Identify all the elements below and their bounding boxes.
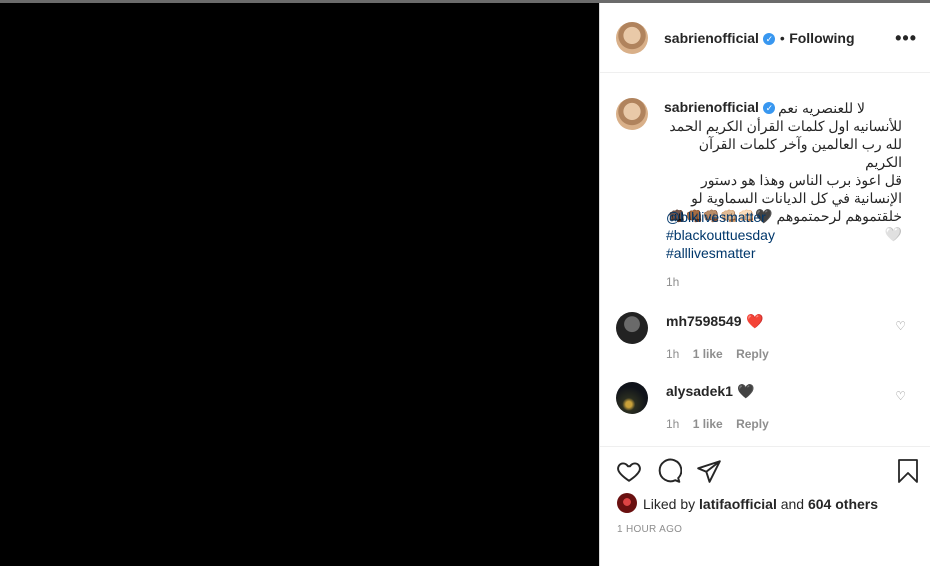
comment-avatar[interactable] <box>616 312 648 344</box>
caption-line: قل اعوذ برب الناس وهذا هو دستور <box>700 172 902 188</box>
post-header: sabrienofficial ✓ • Following ••• <box>600 3 930 73</box>
likes-count-link[interactable]: 604 others <box>808 496 878 512</box>
mention-link[interactable]: @blklivesmatter <box>666 208 766 226</box>
comment-text: 🖤 <box>737 383 755 399</box>
liked-by-joiner: and <box>780 496 805 512</box>
share-send-icon[interactable] <box>696 458 722 484</box>
more-options-icon[interactable]: ••• <box>895 28 917 49</box>
post-media-black-image[interactable] <box>0 3 599 566</box>
reply-button[interactable]: Reply <box>736 347 769 361</box>
post-header-info: sabrienofficial ✓ • Following <box>664 30 855 48</box>
following-button[interactable]: Following <box>789 30 854 46</box>
author-avatar[interactable] <box>616 22 648 54</box>
like-heart-icon[interactable] <box>616 458 642 484</box>
like-comment-heart-icon[interactable]: ♡ <box>895 319 906 333</box>
post-timestamp[interactable]: 1 HOUR AGO <box>617 524 682 535</box>
caption-line: للأنسانيه اول كلمات القرأن الكريم الحمد <box>669 118 902 134</box>
comment-text: ❤️ <box>745 313 764 329</box>
post-side-panel: sabrienofficial ✓ • Following ••• sabrie… <box>599 3 930 566</box>
liked-by-row: Liked by latifaofficial and 604 others <box>643 496 878 512</box>
liker-avatar[interactable] <box>617 493 637 513</box>
author-username-link[interactable]: sabrienofficial <box>664 30 759 46</box>
verified-badge-icon: ✓ <box>763 33 776 45</box>
comment-meta: 1h 1 like Reply <box>666 347 769 361</box>
comment-username-link[interactable]: mh7598549 <box>666 313 742 329</box>
caption-line: لا للعنصريه نعم <box>778 100 865 116</box>
comment-time[interactable]: 1h <box>666 417 679 431</box>
comment-likes-link[interactable]: 1 like <box>693 417 723 431</box>
comment: alysadek1 🖤 <box>666 383 755 401</box>
liked-by-prefix: Liked by <box>643 496 696 512</box>
comment-avatar[interactable] <box>616 382 648 414</box>
actions-divider <box>600 446 930 448</box>
reply-button[interactable]: Reply <box>736 417 769 431</box>
comment-bubble-icon[interactable] <box>656 458 682 484</box>
comment: mh7598549 ❤️ <box>666 313 763 331</box>
comment-time[interactable]: 1h <box>666 347 679 361</box>
like-comment-heart-icon[interactable]: ♡ <box>895 389 906 403</box>
save-bookmark-icon[interactable] <box>896 458 920 484</box>
caption-line: الإنسانية في كل الديانات السماوية لو <box>691 190 902 206</box>
comment-likes-link[interactable]: 1 like <box>693 347 723 361</box>
comment-meta: 1h 1 like Reply <box>666 417 769 431</box>
comment-username-link[interactable]: alysadek1 <box>666 383 733 399</box>
caption-line: لله رب العالمين وآخر كلمات القرآن الكريم <box>698 136 902 170</box>
caption-time[interactable]: 1h <box>666 275 679 289</box>
hashtag-link[interactable]: #alllivesmatter <box>666 244 755 262</box>
liker-username-link[interactable]: latifaofficial <box>699 496 777 512</box>
hashtag-link[interactable]: #blackouttuesday <box>666 226 775 244</box>
caption-text: لا للعنصريه نعم <box>629 99 865 117</box>
separator-dot: • <box>779 30 785 46</box>
